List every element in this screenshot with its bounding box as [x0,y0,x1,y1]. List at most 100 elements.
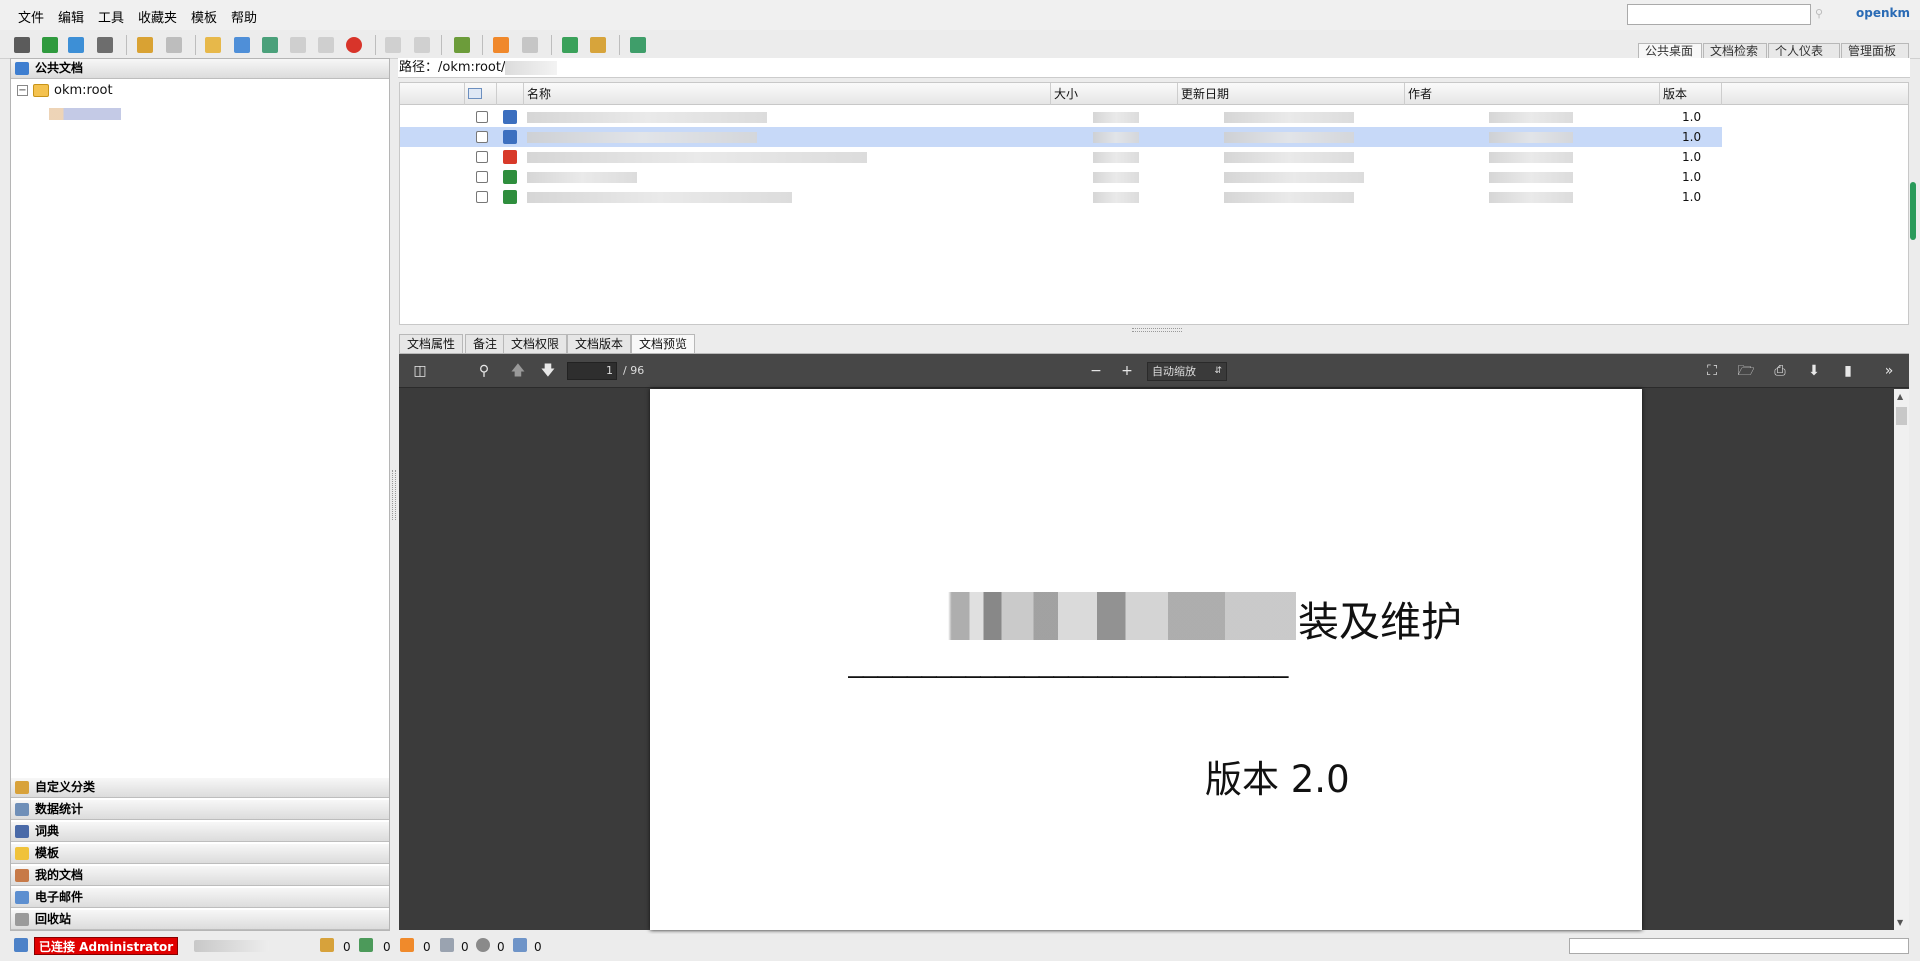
table-row[interactable]: 1.0 [400,107,1722,127]
menu-edit[interactable]: 编辑 [58,7,84,26]
tab-versions[interactable]: 文档版本 [567,334,632,354]
news-icon[interactable] [440,938,454,952]
col-name[interactable]: 名称 [524,83,1051,105]
export-icon[interactable] [630,37,646,53]
print-icon[interactable] [97,37,113,53]
panel-header-email[interactable]: 电子邮件 [11,888,389,908]
page-count: / 96 [623,364,645,377]
table-row[interactable]: 1.0 [400,127,1722,147]
menu-favorites[interactable]: 收藏夹 [138,7,177,26]
checkout-docs-icon[interactable] [359,938,373,952]
find-document-icon[interactable] [42,37,58,53]
tab-security[interactable]: 文档权限 [503,334,568,354]
new-folder-icon[interactable] [205,37,221,53]
search-icon[interactable]: ⚲ [1815,7,1829,21]
menu-file[interactable]: 文件 [18,7,44,26]
fullscreen-icon[interactable]: ⛶ [1703,362,1721,380]
subscribed-icon[interactable] [400,938,414,952]
bookmark-add-icon[interactable] [493,37,509,53]
chevron-down-icon: ⇵ [1214,366,1222,376]
table-row[interactable]: 1.0 [400,167,1722,187]
search-icon[interactable]: ⚲ [475,362,493,380]
menu-help[interactable]: 帮助 [231,7,257,26]
menu-tools[interactable]: 工具 [98,7,124,26]
copy-icon[interactable] [385,37,401,53]
row-checkbox[interactable] [476,191,488,203]
zoom-in-icon[interactable]: + [1118,362,1136,380]
col-date[interactable]: 更新日期 [1178,83,1405,105]
add-document-icon[interactable] [234,37,250,53]
find-similar-icon[interactable] [68,37,84,53]
panel-header-templates[interactable]: 模板 [11,844,389,864]
page-number-input[interactable]: 1 [567,362,617,380]
tab-desktop[interactable]: 公共桌面 [1638,43,1702,59]
zoom-out-icon[interactable]: − [1087,362,1105,380]
workflow-icon[interactable] [454,37,470,53]
select-all-icon[interactable] [468,88,482,99]
connection-icon [14,938,28,952]
col-select[interactable] [465,83,497,105]
menu-templates[interactable]: 模板 [191,7,217,26]
toolbar [0,31,1920,59]
tab-administration[interactable]: 管理面板 [1841,43,1909,59]
table-row[interactable]: 1.0 [400,147,1722,167]
sidebar-toggle-icon[interactable]: ◫ [411,362,429,380]
messages-icon[interactable] [513,938,527,952]
panel-header-thesaurus[interactable]: 词典 [11,822,389,842]
lock-icon[interactable] [137,37,153,53]
panel-header-public[interactable]: 公共文档 [11,59,389,79]
checkout-icon[interactable] [290,37,306,53]
col-version[interactable]: 版本 [1660,83,1722,105]
refresh-icon[interactable] [562,37,578,53]
edit-document-icon[interactable] [262,37,278,53]
tab-dashboard[interactable]: 个人仪表盘 [1768,43,1840,59]
tab-properties[interactable]: 文档属性 [399,334,464,354]
col-size[interactable]: 大小 [1051,83,1178,105]
collapse-icon[interactable]: − [17,85,28,96]
row-checkbox[interactable] [476,171,488,183]
tree-child-folder[interactable] [49,108,121,120]
bookmark-icon[interactable]: ▮ [1839,362,1857,380]
panel-header-statistics[interactable]: 数据统计 [11,800,389,820]
horizontal-splitter[interactable] [1132,328,1182,332]
title-separator: —————————————————————————————— [848,661,1289,691]
delete-icon[interactable] [346,37,362,53]
previous-page-icon[interactable]: 🡅 [509,362,527,380]
panel-header-categories[interactable]: 自定义分类 [11,778,389,798]
row-checkbox[interactable] [476,111,488,123]
find-folder-icon[interactable] [14,37,30,53]
path-redacted [505,60,558,75]
col-author[interactable]: 作者 [1405,83,1660,105]
tab-search[interactable]: 文档检索 [1703,43,1767,59]
file-list-scrollbar[interactable] [1910,182,1916,240]
unlock-icon[interactable] [166,37,182,53]
table-row[interactable]: 1.0 [400,187,1722,207]
zoom-select[interactable]: 自动缩放 ⇵ [1147,362,1227,381]
row-checkbox[interactable] [476,131,488,143]
tab-notes[interactable]: 备注 [465,334,506,354]
pdf-scrollbar[interactable]: ▲ ▼ [1894,389,1909,930]
open-file-icon[interactable]: 🗁 [1737,362,1755,380]
vertical-splitter[interactable] [392,470,396,520]
tools-menu-icon[interactable]: » [1880,362,1898,380]
connection-status: 已连接 Administrator [34,937,178,955]
next-page-icon[interactable]: 🡇 [539,362,557,380]
scroll-thumb[interactable] [1896,407,1907,425]
locked-docs-icon[interactable] [320,938,334,952]
pdf-icon [503,150,517,164]
scroll-down-icon[interactable]: ▼ [1897,918,1903,927]
row-checkbox[interactable] [476,151,488,163]
workflow-icon[interactable] [476,938,490,952]
scroll-up-icon[interactable]: ▲ [1897,392,1903,401]
panel-header-trash[interactable]: 回收站 [11,910,389,930]
tab-preview[interactable]: 文档预览 [631,334,696,354]
home-icon[interactable] [590,37,606,53]
move-icon[interactable] [414,37,430,53]
download-icon[interactable]: ⬇ [1805,362,1823,380]
folder-icon [33,84,49,97]
bookmark-icon[interactable] [522,37,538,53]
checkin-icon[interactable] [318,37,334,53]
panel-header-my-documents[interactable]: 我的文档 [11,866,389,886]
print-icon[interactable]: ⎙ [1771,362,1789,380]
search-input[interactable] [1627,4,1811,25]
